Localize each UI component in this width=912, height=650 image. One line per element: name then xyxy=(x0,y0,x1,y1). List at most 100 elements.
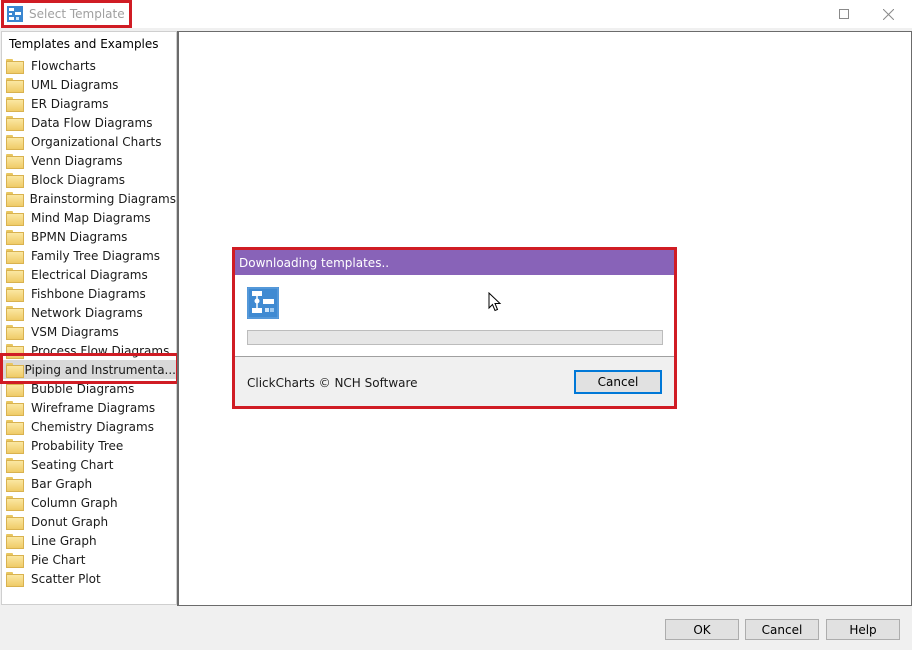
dialog-cancel-button[interactable]: Cancel xyxy=(574,370,662,394)
folder-icon xyxy=(6,135,24,150)
tree-item-label: Family Tree Diagrams xyxy=(31,248,161,263)
tree-item-label: Flowcharts xyxy=(31,58,96,73)
tree-item-label: Data Flow Diagrams xyxy=(31,115,153,130)
tree-item[interactable]: Electrical Diagrams xyxy=(2,265,176,284)
folder-icon xyxy=(6,534,24,549)
folder-icon xyxy=(6,230,24,245)
folder-icon xyxy=(6,572,24,587)
tree-item-label: ER Diagrams xyxy=(31,96,109,111)
tree-item[interactable]: Brainstorming Diagrams xyxy=(2,189,176,208)
tree-item[interactable]: Bubble Diagrams xyxy=(2,379,176,398)
tree-header: Templates and Examples xyxy=(9,37,159,51)
tree-item-label: Seating Chart xyxy=(31,457,114,472)
tree-item[interactable]: Network Diagrams xyxy=(2,303,176,322)
template-category-tree[interactable]: Templates and Examples Flowcharts UML Dia… xyxy=(1,31,177,605)
tree-item[interactable]: BPMN Diagrams xyxy=(2,227,176,246)
folder-icon xyxy=(6,78,24,93)
tree-item[interactable]: Scatter Plot xyxy=(2,569,176,588)
tree-item-label: Line Graph xyxy=(31,533,97,548)
tree-item[interactable]: UML Diagrams xyxy=(2,75,176,94)
folder-icon xyxy=(6,59,24,74)
folder-icon xyxy=(6,420,24,435)
tree-item-label: Fishbone Diagrams xyxy=(31,286,146,301)
folder-icon xyxy=(6,553,24,568)
tree-item-label: Network Diagrams xyxy=(31,305,143,320)
folder-icon xyxy=(6,363,25,378)
tree-item[interactable]: Block Diagrams xyxy=(2,170,176,189)
tree-item-label: Brainstorming Diagrams xyxy=(29,191,176,206)
tree-item[interactable]: Venn Diagrams xyxy=(2,151,176,170)
tree-item[interactable]: Line Graph xyxy=(2,531,176,550)
tree-item-label: Mind Map Diagrams xyxy=(31,210,151,225)
maximize-button[interactable] xyxy=(822,0,866,28)
close-button[interactable] xyxy=(866,0,910,28)
folder-icon xyxy=(6,325,24,340)
tree-item-label: Piping and Instrumenta... xyxy=(24,362,176,377)
tree-item[interactable]: Organizational Charts xyxy=(2,132,176,151)
tree-item[interactable]: Data Flow Diagrams xyxy=(2,113,176,132)
window-title-highlight: Select Template xyxy=(1,0,132,28)
tree-item-label: Block Diagrams xyxy=(31,172,126,187)
tree-item[interactable]: Mind Map Diagrams xyxy=(2,208,176,227)
tree-item-label: Column Graph xyxy=(31,495,118,510)
tree-item[interactable]: ER Diagrams xyxy=(2,94,176,113)
tree-item-label: Donut Graph xyxy=(31,514,109,529)
copyright-text: ClickCharts © NCH Software xyxy=(247,376,418,390)
folder-icon xyxy=(6,154,24,169)
folder-icon xyxy=(6,515,24,530)
tree-item[interactable]: Chemistry Diagrams xyxy=(2,417,176,436)
ok-button[interactable]: OK xyxy=(665,619,739,640)
tree-item[interactable]: Bar Graph xyxy=(2,474,176,493)
tree-item-label: Pie Chart xyxy=(31,552,86,567)
tree-item-label: Scatter Plot xyxy=(31,571,101,586)
folder-icon xyxy=(6,116,24,131)
tree-item-label: UML Diagrams xyxy=(31,77,119,92)
help-button[interactable]: Help xyxy=(826,619,900,640)
tree-item-label: Wireframe Diagrams xyxy=(31,400,156,415)
tree-item[interactable]: Flowcharts xyxy=(2,56,176,75)
tree-item-label: Bubble Diagrams xyxy=(31,381,135,396)
folder-icon xyxy=(6,287,24,302)
download-progress-bar xyxy=(247,330,663,345)
folder-icon xyxy=(6,439,24,454)
folder-icon xyxy=(6,382,24,397)
tree-item[interactable]: Wireframe Diagrams xyxy=(2,398,176,417)
folder-icon xyxy=(6,306,24,321)
tree-item[interactable]: Fishbone Diagrams xyxy=(2,284,176,303)
title-bar: Select Template xyxy=(0,0,912,28)
tree-item[interactable]: Piping and Instrumenta... xyxy=(2,360,176,379)
clickcharts-app-icon xyxy=(247,287,279,319)
folder-icon xyxy=(6,401,24,416)
close-icon xyxy=(882,8,894,20)
tree-item-label: Bar Graph xyxy=(31,476,93,491)
tree-item[interactable]: Probability Tree xyxy=(2,436,176,455)
tree-item[interactable]: Family Tree Diagrams xyxy=(2,246,176,265)
cancel-button[interactable]: Cancel xyxy=(745,619,819,640)
tree-item[interactable]: Pie Chart xyxy=(2,550,176,569)
tree-item[interactable]: Process Flow Diagrams xyxy=(2,341,176,360)
folder-icon xyxy=(6,477,24,492)
tree-item-label: Organizational Charts xyxy=(31,134,162,149)
folder-icon xyxy=(6,211,24,226)
folder-icon xyxy=(6,192,24,207)
tree-item-label: Chemistry Diagrams xyxy=(31,419,154,434)
tree-item-label: Electrical Diagrams xyxy=(31,267,148,282)
maximize-icon xyxy=(839,9,849,19)
tree-item-label: BPMN Diagrams xyxy=(31,229,128,244)
tree-item[interactable]: Donut Graph xyxy=(2,512,176,531)
tree-item-label: Venn Diagrams xyxy=(31,153,123,168)
tree-item[interactable]: VSM Diagrams xyxy=(2,322,176,341)
dialog-footer: ClickCharts © NCH Software Cancel xyxy=(235,356,674,406)
folder-icon xyxy=(6,268,24,283)
tree-item-label: Probability Tree xyxy=(31,438,124,453)
dialog-title: Downloading templates.. xyxy=(235,250,674,275)
tree-item[interactable]: Column Graph xyxy=(2,493,176,512)
folder-icon xyxy=(6,344,24,359)
tree-item-label: VSM Diagrams xyxy=(31,324,119,339)
tree-item[interactable]: Seating Chart xyxy=(2,455,176,474)
downloading-dialog: Downloading templates.. ClickCharts © NC… xyxy=(235,250,674,406)
folder-icon xyxy=(6,496,24,511)
folder-icon xyxy=(6,97,24,112)
folder-icon xyxy=(6,458,24,473)
window-title: Select Template xyxy=(29,7,125,21)
